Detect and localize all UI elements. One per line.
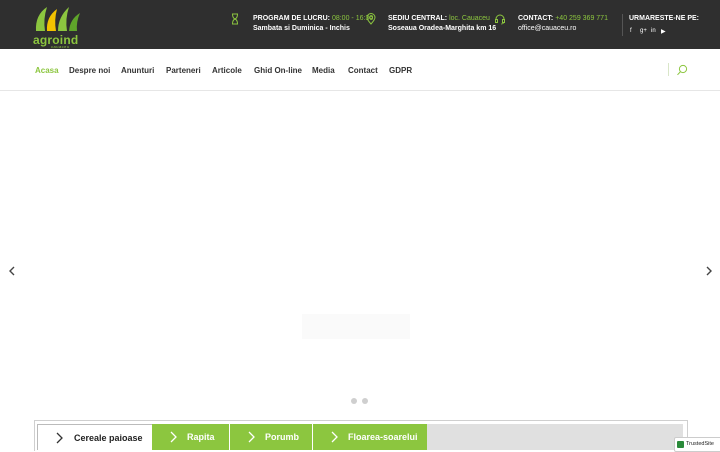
logo-leaves-icon xyxy=(35,7,80,31)
nav-item-anunturi[interactable]: Anunturi xyxy=(121,66,154,75)
chevron-right-icon xyxy=(331,431,338,443)
hours-weekend: Sambata si Duminica - Inchis xyxy=(253,25,350,32)
contact-phone[interactable]: +40 259 369 771 xyxy=(555,15,608,22)
facebook-icon[interactable]: f xyxy=(630,28,632,34)
chevron-right-icon xyxy=(170,431,177,443)
top-bar: agroind cauaceu PROGRAM DE LUCRU: 08:00 … xyxy=(0,0,720,49)
nav-item-media[interactable]: Media xyxy=(312,66,335,75)
nav-item-contact[interactable]: Contact xyxy=(348,66,378,75)
tab-label: Porumb xyxy=(265,432,300,442)
slider-next-icon[interactable] xyxy=(704,265,714,277)
tab-label: Cereale paioase xyxy=(74,433,143,443)
hours-label: PROGRAM DE LUCRU: xyxy=(253,15,330,22)
slider-dot[interactable] xyxy=(362,398,368,404)
header-divider xyxy=(622,14,623,36)
tab-floarea-soarelui[interactable]: Floarea-soarelui xyxy=(313,424,427,450)
tab-label: Rapita xyxy=(187,432,215,442)
location-pin-icon xyxy=(366,13,376,25)
nav-item-gdpr[interactable]: GDPR xyxy=(389,66,412,75)
slider-dot[interactable] xyxy=(351,398,357,404)
logo[interactable]: agroind cauaceu xyxy=(33,3,83,49)
social-label: URMARESTE-NE PE: xyxy=(629,15,700,22)
nav-item-ghid-online[interactable]: Ghid On-line xyxy=(254,66,302,75)
linkedin-icon[interactable]: in xyxy=(651,28,656,34)
tab-rapita[interactable]: Rapita xyxy=(152,424,229,450)
contact-info: CONTACT: +40 259 369 771 office@cauaceu.… xyxy=(518,14,608,34)
chevron-right-icon xyxy=(56,432,63,444)
nav-item-acasa[interactable]: Acasa xyxy=(35,66,59,75)
search-icon[interactable] xyxy=(676,64,688,76)
nav-divider xyxy=(668,63,669,76)
hq-info: SEDIU CENTRAL: loc. Cauaceu Soseaua Orad… xyxy=(388,14,496,34)
slide-button-placeholder[interactable] xyxy=(302,314,410,339)
nav-item-articole[interactable]: Articole xyxy=(212,66,242,75)
contact-label: CONTACT: xyxy=(518,15,554,22)
youtube-icon[interactable]: ▶ xyxy=(661,28,666,35)
hq-label: SEDIU CENTRAL: xyxy=(388,15,448,22)
trustedsite-label: TrustedSite xyxy=(686,441,714,447)
slider-prev-icon[interactable] xyxy=(7,265,17,277)
hq-value: loc. Cauaceu xyxy=(449,15,490,22)
tabs-empty-area xyxy=(427,424,683,450)
hours-info: PROGRAM DE LUCRU: 08:00 - 16:30 Sambata … xyxy=(253,14,373,34)
nav-item-despre-noi[interactable]: Despre noi xyxy=(69,66,110,75)
tab-porumb[interactable]: Porumb xyxy=(230,424,312,450)
headset-icon xyxy=(495,14,505,25)
hq-address: Soseaua Oradea-Marghita km 16 xyxy=(388,25,497,32)
check-icon xyxy=(677,441,684,448)
chevron-right-icon xyxy=(248,431,255,443)
hourglass-icon xyxy=(232,13,238,25)
contact-email[interactable]: office@cauaceu.ro xyxy=(518,25,576,32)
main-nav: Acasa Despre noi Anunturi Parteneri Arti… xyxy=(0,49,720,91)
google-plus-icon[interactable]: g+ xyxy=(640,28,647,34)
nav-item-parteneri[interactable]: Parteneri xyxy=(166,66,201,75)
tab-label: Floarea-soarelui xyxy=(348,432,418,442)
tab-cereale-paioase[interactable]: Cereale paioase xyxy=(37,424,153,450)
